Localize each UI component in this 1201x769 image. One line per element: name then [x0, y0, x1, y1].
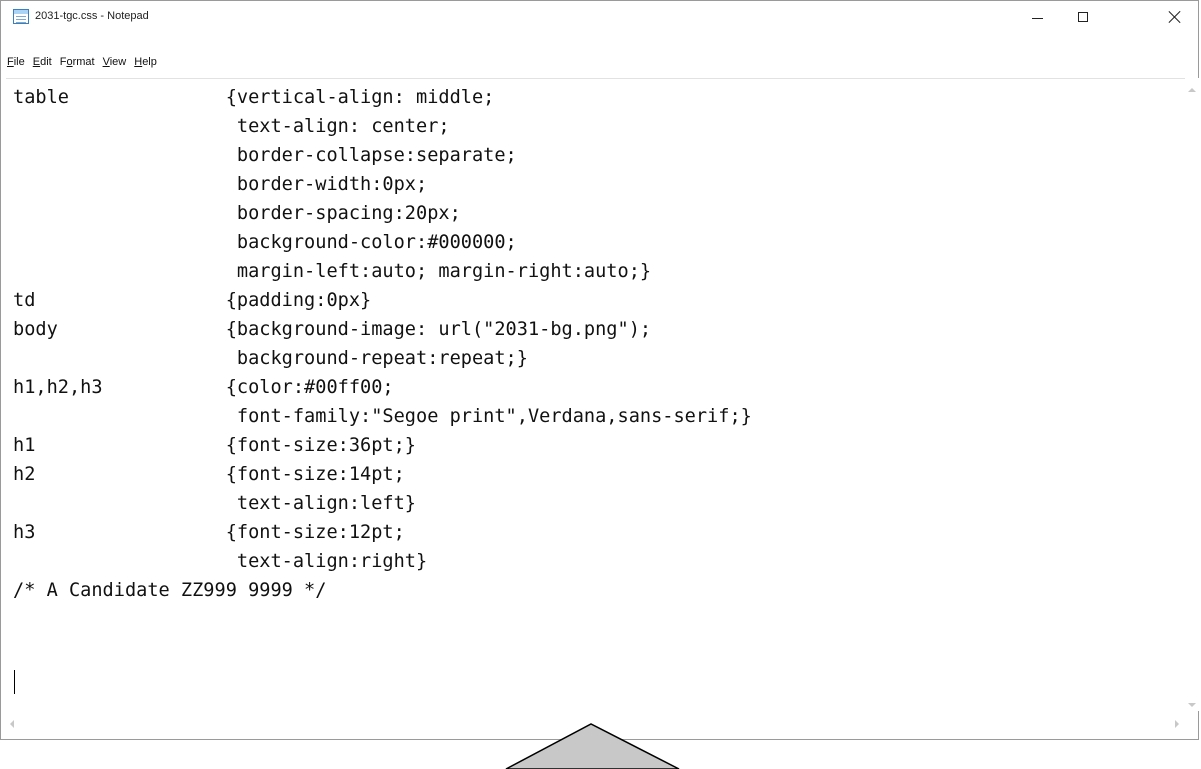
menu-file-label: ile	[13, 56, 25, 68]
text-editor[interactable]: table {vertical-align: middle; text-alig…	[6, 78, 1191, 712]
scroll-left-icon[interactable]	[10, 720, 14, 728]
menu-help-accel: H	[134, 56, 143, 68]
menu-format-label: rmat	[72, 56, 95, 68]
window-title: 2031-tgc.css - Notepad	[35, 10, 149, 22]
maximize-button[interactable]	[1060, 1, 1106, 33]
menu-edit-accel: E	[32, 56, 41, 68]
menu-edit-label: dit	[40, 56, 52, 68]
maximize-icon	[1078, 12, 1088, 22]
menu-file[interactable]: File	[4, 54, 30, 70]
menu-bar: File Edit Format View Help	[0, 52, 162, 72]
menu-view[interactable]: View	[100, 54, 132, 70]
scroll-right-icon[interactable]	[1175, 720, 1179, 728]
menu-help-label: elp	[142, 56, 157, 68]
menu-edit[interactable]: Edit	[30, 54, 57, 70]
minimize-icon	[1031, 17, 1043, 19]
close-button[interactable]	[1152, 1, 1198, 33]
editor-content[interactable]: table {vertical-align: middle; text-alig…	[13, 83, 752, 605]
minimize-button[interactable]	[1014, 1, 1060, 33]
scroll-down-icon[interactable]	[1188, 703, 1196, 707]
menu-view-accel: V	[102, 56, 110, 68]
close-icon	[1168, 10, 1182, 24]
menu-help[interactable]: Help	[131, 54, 162, 70]
vertical-scrollbar[interactable]	[1185, 78, 1199, 711]
text-caret	[14, 670, 15, 694]
title-bar[interactable]: 2031-tgc.css - Notepad	[1, 1, 1198, 33]
menu-file-accel: F	[7, 56, 14, 68]
menu-view-label: iew	[109, 56, 127, 68]
horizontal-scrollbar[interactable]	[6, 711, 1191, 733]
scroll-up-icon[interactable]	[1188, 88, 1196, 92]
notepad-icon[interactable]	[13, 9, 29, 24]
menu-format[interactable]: Format	[57, 54, 100, 70]
